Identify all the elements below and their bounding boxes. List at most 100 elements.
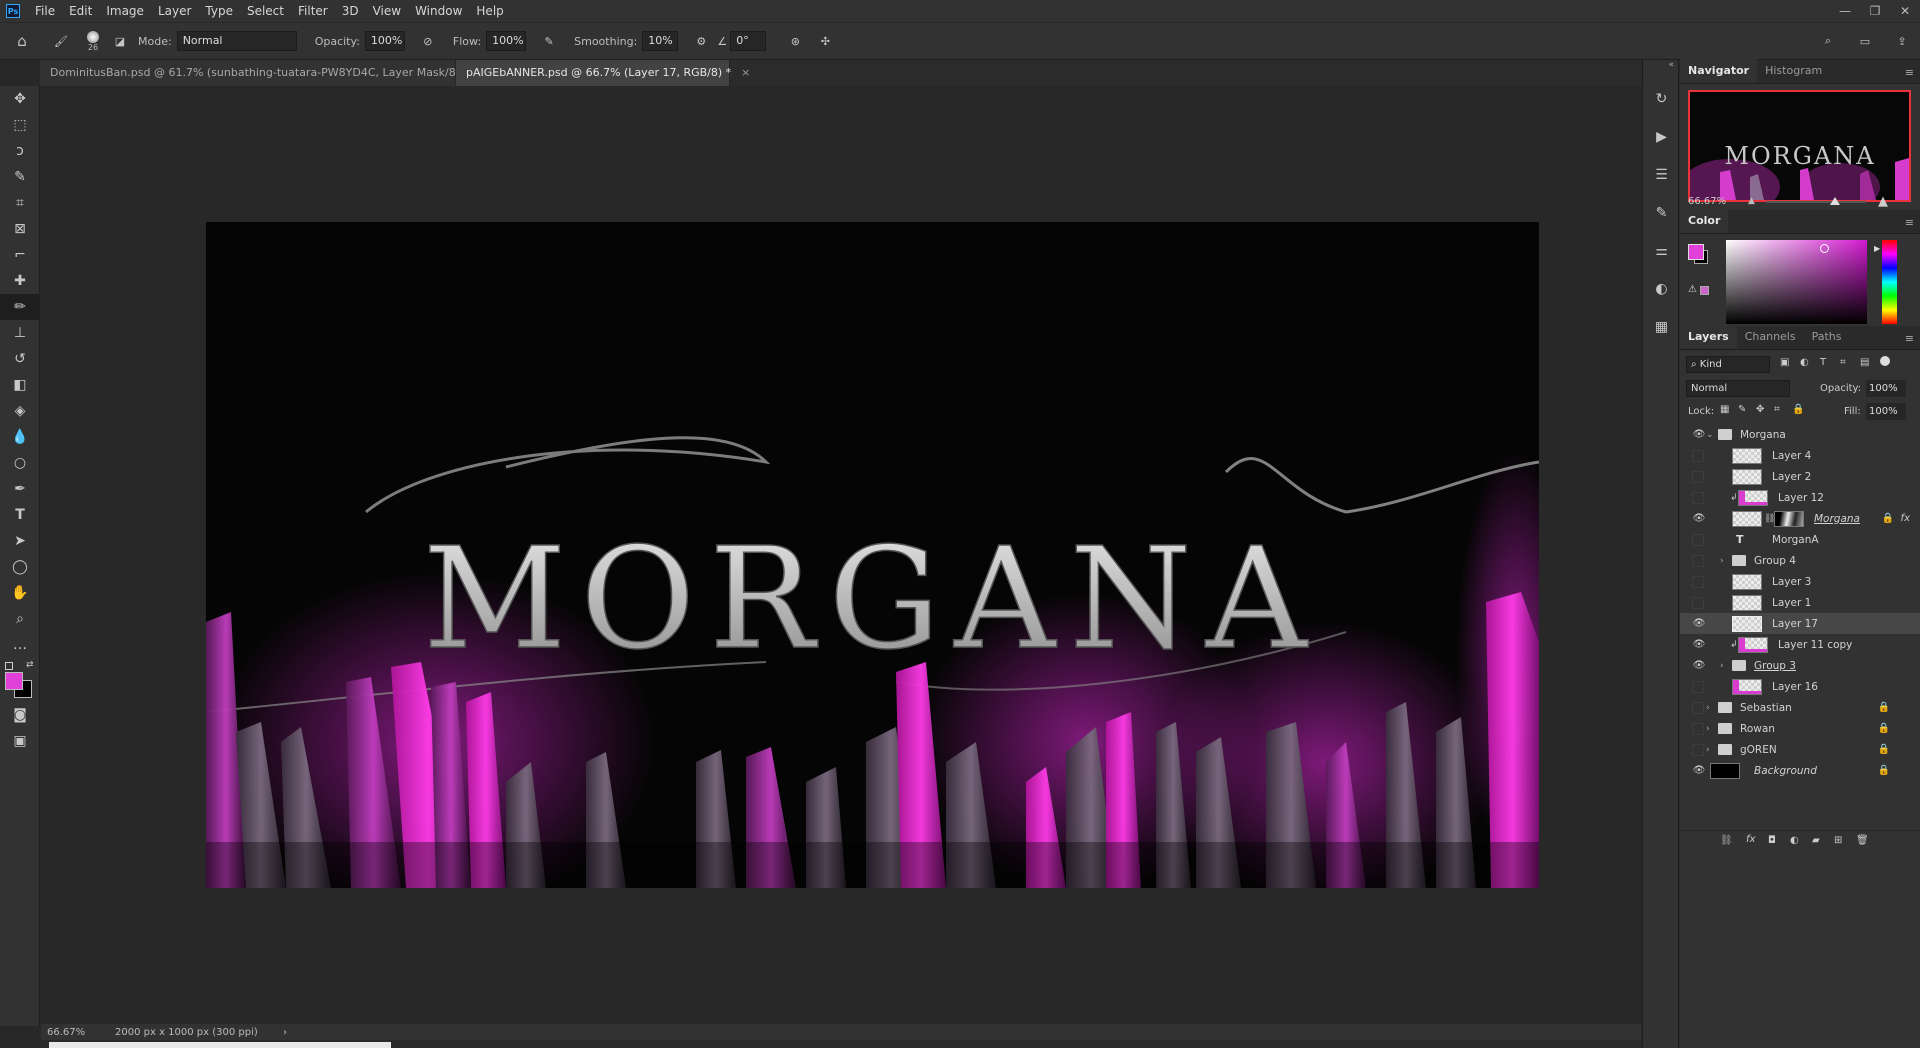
share-icon[interactable]: ⇪	[1892, 35, 1912, 48]
home-icon[interactable]: ⌂	[0, 32, 44, 50]
status-menu-arrow[interactable]: ›	[275, 1027, 287, 1038]
close-tab-icon[interactable]: ×	[741, 66, 750, 79]
lock-pixels-icon[interactable]: ✎	[1738, 404, 1746, 415]
menu-3d[interactable]: 3D	[335, 4, 366, 18]
restore-button[interactable]: ❐	[1860, 0, 1890, 22]
quick-mask-icon[interactable]: ◙	[0, 702, 40, 728]
layer-row[interactable]: 👁 ⛓ fx 🔒 Morgana	[1680, 508, 1920, 529]
symmetry-icon[interactable]: ✣	[810, 35, 840, 48]
minimize-button[interactable]: —	[1830, 0, 1860, 22]
scrollbar-thumb[interactable]	[49, 1042, 391, 1048]
chevron-right-icon[interactable]: ›	[1720, 556, 1724, 566]
menu-file[interactable]: File	[28, 4, 62, 18]
layer-row[interactable]: T MorganA	[1680, 529, 1920, 550]
airbrush-icon[interactable]: ✎	[536, 35, 562, 48]
visibility-toggle[interactable]	[1692, 491, 1704, 504]
add-style-icon[interactable]: fx	[1746, 834, 1755, 845]
more-tools-icon[interactable]: …	[0, 632, 40, 658]
brush-settings-icon[interactable]: ◪	[108, 35, 132, 48]
adjustments-icon[interactable]: ⚌	[1643, 232, 1680, 270]
smoothing-input[interactable]: 10%	[642, 31, 679, 51]
swap-colors-icon[interactable]: ⇄	[26, 660, 34, 670]
filter-smart-object-icon[interactable]: ▤	[1860, 357, 1869, 368]
zoom-in-icon[interactable]: ▲	[1878, 194, 1888, 209]
tab-color[interactable]: Color	[1680, 209, 1729, 233]
hand-tool-icon[interactable]: ✋	[0, 580, 40, 606]
visibility-toggle[interactable]	[1692, 596, 1704, 609]
tab-paths[interactable]: Paths	[1804, 325, 1850, 349]
panel-menu-icon[interactable]: ≡	[1905, 66, 1914, 79]
color-field-picker[interactable]	[1820, 244, 1829, 253]
web-safe-swatch[interactable]	[1700, 286, 1709, 295]
opacity-input[interactable]: 100%	[364, 31, 405, 51]
panel-menu-icon[interactable]: ≡	[1905, 216, 1914, 229]
visibility-eye-icon[interactable]: 👁	[1692, 429, 1706, 440]
chevron-right-icon[interactable]: ›	[1706, 745, 1710, 755]
chevron-right-icon[interactable]: ›	[1706, 724, 1710, 734]
chevron-right-icon[interactable]: ›	[1720, 661, 1724, 671]
add-mask-icon[interactable]: ◘	[1768, 835, 1776, 846]
lock-all-icon[interactable]: 🔒	[1792, 404, 1804, 415]
layer-row[interactable]: › Group 4	[1680, 550, 1920, 571]
visibility-eye-icon[interactable]: 👁	[1692, 618, 1706, 629]
pen-tool-icon[interactable]: ✒	[0, 476, 40, 502]
new-layer-icon[interactable]: ⊞	[1834, 835, 1842, 846]
layer-row[interactable]: 👁 Layer 17	[1680, 613, 1920, 634]
angle-input[interactable]: 0°	[730, 31, 767, 51]
visibility-toggle[interactable]	[1692, 575, 1704, 588]
layer-row[interactable]: 👁 ↲ Layer 11 copy	[1680, 634, 1920, 655]
visibility-toggle[interactable]	[1692, 533, 1704, 546]
history-brush-tool-icon[interactable]: ↺	[0, 346, 40, 372]
navigator-zoom-slider[interactable]	[1766, 197, 1866, 205]
blur-tool-icon[interactable]: 💧	[0, 424, 40, 450]
marquee-tool-icon[interactable]: ⬚	[0, 112, 40, 138]
move-tool-icon[interactable]: ✥	[0, 86, 40, 112]
quick-selection-tool-icon[interactable]: ✎	[0, 164, 40, 190]
document-tab-paigebanner[interactable]: pAIGEbANNER.psd @ 66.7% (Layer 17, RGB/8…	[456, 60, 750, 86]
menu-edit[interactable]: Edit	[62, 4, 99, 18]
brush-tool-preset-icon[interactable]: 🖌	[44, 35, 78, 48]
filter-shape-icon[interactable]: ⌗	[1840, 357, 1846, 368]
kind-filter-dropdown[interactable]: ⌕ Kind	[1686, 356, 1770, 373]
flow-input[interactable]: 100%	[486, 31, 527, 51]
layer-mask-thumbnail[interactable]	[1774, 510, 1804, 527]
new-adjustment-icon[interactable]: ◐	[1790, 835, 1799, 846]
paint-bucket-tool-icon[interactable]: ◈	[0, 398, 40, 424]
workspace-icon[interactable]: ▭	[1850, 35, 1880, 48]
ellipse-tool-icon[interactable]: ◯	[0, 554, 40, 580]
layer-row[interactable]: ↲ Layer 12	[1680, 487, 1920, 508]
close-window-button[interactable]: ✕	[1890, 0, 1920, 22]
tab-histogram[interactable]: Histogram	[1757, 59, 1830, 83]
brushes-icon[interactable]: ✎	[1643, 194, 1680, 232]
search-icon[interactable]: ⌕	[1818, 34, 1838, 48]
frame-tool-icon[interactable]: ⊠	[0, 216, 40, 242]
menu-image[interactable]: Image	[99, 4, 151, 18]
eraser-tool-icon[interactable]: ◧	[0, 372, 40, 398]
new-group-icon[interactable]: ▰	[1812, 835, 1820, 846]
zoom-out-icon[interactable]: ▲	[1748, 196, 1755, 206]
layer-row[interactable]: › Sebastian 🔒	[1680, 697, 1920, 718]
lock-artboard-icon[interactable]: ⌗	[1774, 404, 1780, 415]
layer-row[interactable]: Layer 16	[1680, 676, 1920, 697]
visibility-toggle[interactable]	[1692, 680, 1704, 693]
tab-navigator[interactable]: Navigator	[1680, 59, 1758, 83]
visibility-toggle[interactable]	[1692, 743, 1704, 756]
blend-mode-dropdown[interactable]: Normal	[1686, 380, 1790, 397]
visibility-toggle[interactable]	[1692, 470, 1704, 483]
layer-row[interactable]: 👁 › Group 3	[1680, 655, 1920, 676]
zoom-level[interactable]: 66.67%	[41, 1027, 105, 1038]
link-layers-icon[interactable]: ⛓	[1720, 835, 1733, 846]
layer-row[interactable]: Layer 1	[1680, 592, 1920, 613]
canvas-area[interactable]: MORGANA	[41, 86, 1641, 1026]
layer-row[interactable]: Layer 4	[1680, 445, 1920, 466]
visibility-toggle[interactable]	[1692, 449, 1704, 462]
filter-adjustment-icon[interactable]: ◐	[1800, 357, 1809, 368]
menu-select[interactable]: Select	[240, 4, 291, 18]
brush-size-picker[interactable]: 26	[78, 30, 108, 52]
horizontal-scrollbar[interactable]	[41, 1040, 1641, 1048]
out-of-gamut-warning-icon[interactable]: ⚠	[1688, 284, 1697, 295]
zoom-tool-icon[interactable]: ⌕	[0, 606, 40, 632]
actions-icon[interactable]: ▶	[1643, 118, 1680, 156]
path-selection-tool-icon[interactable]: ➤	[0, 528, 40, 554]
properties-icon[interactable]: ☰	[1643, 156, 1680, 194]
